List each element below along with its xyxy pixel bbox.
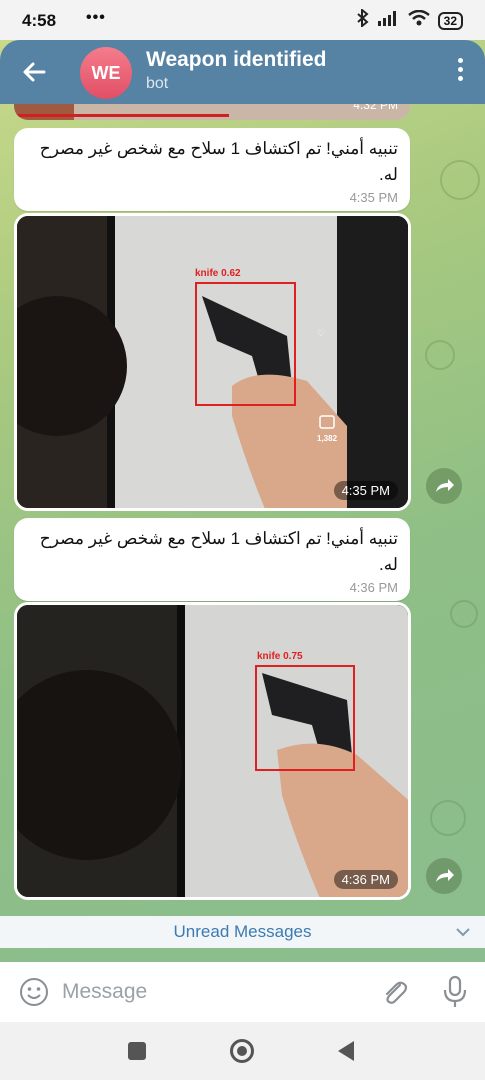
message-text: تنبيه أمني! تم اكتشاف 1 سلاح مع شخص غير … [39,529,398,574]
paperclip-icon [385,981,408,1004]
bluetooth-icon [356,7,370,32]
back-button[interactable] [18,56,50,88]
avatar[interactable]: WE [80,47,132,99]
message-bubble[interactable]: تنبيه أمني! تم اكتشاف 1 سلاح مع شخص غير … [14,128,410,211]
status-more-dots: ••• [86,9,106,26]
chat-header: WE Weapon identified bot [0,40,485,104]
vertical-dots-icon [457,58,463,63]
background-doodle [425,340,455,370]
background-doodle [430,800,466,836]
share-button[interactable] [426,468,462,504]
status-icons: 32 [356,7,463,32]
message-composer [0,962,485,1022]
detection-label: knife 0.75 [257,651,303,662]
unread-messages-bar[interactable]: Unread Messages [0,916,485,948]
unread-label: Unread Messages [173,922,312,941]
message-bubble[interactable]: تنبيه أمني! تم اكتشاف 1 سلاح مع شخص غير … [14,518,410,601]
emoji-button[interactable] [18,976,50,1008]
photo-time: 4:36 PM [333,870,398,889]
microphone-icon [443,975,467,1007]
chat-subtitle: bot [146,75,169,92]
detection-box [195,282,296,406]
signal-icon [377,10,400,31]
share-button[interactable] [426,858,462,894]
arrow-left-icon [23,62,46,82]
status-time: 4:58 [22,11,57,30]
message-time: 4:36 PM [349,580,398,595]
recent-apps-button[interactable] [128,1042,146,1060]
detection-box [255,665,355,771]
chevron-down-icon[interactable] [455,916,471,959]
photo-message[interactable]: knife 0.75 4:36 PM [14,602,411,900]
background-doodle [440,160,480,200]
chat-title[interactable]: Weapon identified [146,48,326,72]
more-options-button[interactable] [455,58,465,86]
vertical-dots-icon-dot [457,67,463,72]
photo-time: 4:35 PM [333,481,398,500]
share-arrow-icon [436,869,454,882]
message-input[interactable] [62,976,362,1008]
message-text: تنبيه أمني! تم اكتشاف 1 سلاح مع شخص غير … [39,139,398,184]
home-button[interactable] [230,1039,254,1063]
voice-message-button[interactable] [440,974,470,1010]
attach-button[interactable] [378,976,412,1010]
smiley-icon [20,978,48,1006]
wifi-icon [407,9,430,31]
share-arrow-icon [436,479,454,492]
message-time: 4:35 PM [349,190,398,205]
svg-text:♡: ♡ [317,328,325,338]
status-bar: 4:58 ••• 32 [0,0,485,40]
partial-detection-edge [14,114,229,117]
detection-label: knife 0.62 [195,268,241,279]
background-doodle [450,600,478,628]
system-navigation-bar [0,1022,485,1080]
overlay-count: 1,382 [317,434,338,443]
system-back-button[interactable] [338,1041,354,1061]
battery-indicator: 32 [437,11,463,30]
photo-message[interactable]: ♡ knife 0.62 1,382 4:35 PM [14,213,411,511]
vertical-dots-icon-dot [457,76,463,81]
